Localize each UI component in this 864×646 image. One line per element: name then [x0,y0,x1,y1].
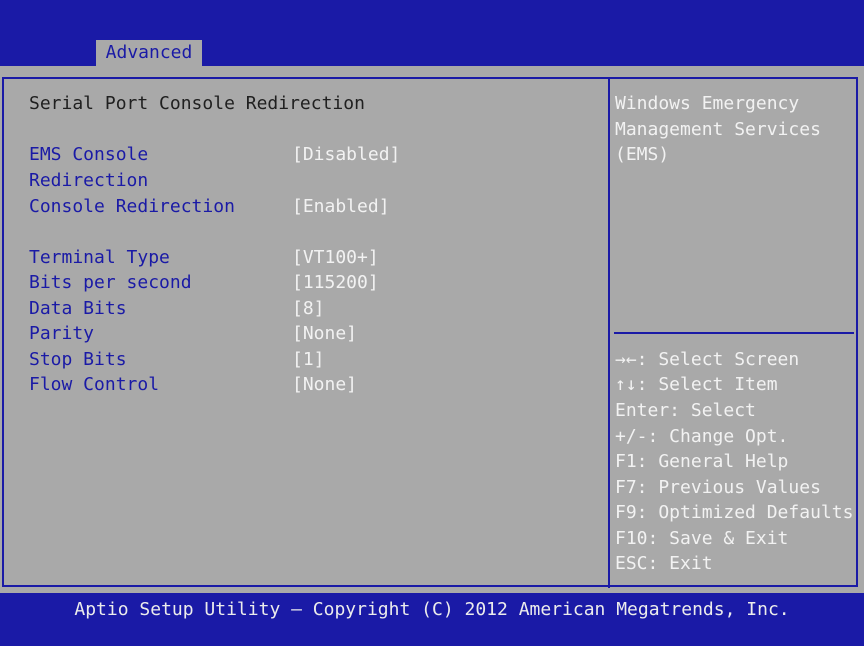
setting-label-ems-console-line2[interactable]: Redirection [29,171,148,191]
setting-value-console-redirection[interactable]: [Enabled] [292,197,390,217]
footer-copyright: Aptio Setup Utility – Copyright (C) 2012… [74,599,790,620]
setting-label-bits-per-second[interactable]: Bits per second [29,273,192,293]
section-title: Serial Port Console Redirection [29,93,365,114]
setting-label-data-bits[interactable]: Data Bits [29,299,127,319]
key-help-previous-values: F7: Previous Values [615,477,821,498]
setting-value-terminal-type[interactable]: [VT100+] [292,248,379,268]
key-help-select-item: ↑↓: Select Item [615,374,778,395]
help-divider [614,332,854,334]
help-text-line: (EMS) [615,144,670,165]
setting-value-parity[interactable]: [None] [292,324,357,344]
setting-value-stop-bits[interactable]: [1] [292,350,325,370]
setting-label-parity[interactable]: Parity [29,324,94,344]
key-help-change-opt: +/-: Change Opt. [615,426,789,447]
key-help-save-exit: F10: Save & Exit [615,528,789,549]
setting-value-flow-control[interactable]: [None] [292,375,357,395]
setting-value-ems-console[interactable]: [Disabled] [292,145,400,165]
setting-value-bits-per-second[interactable]: [115200] [292,273,379,293]
key-help-enter: Enter: Select [615,400,756,421]
setting-label-stop-bits[interactable]: Stop Bits [29,350,127,370]
setting-label-console-redirection[interactable]: Console Redirection [29,197,235,217]
key-help-optimized-defaults: F9: Optimized Defaults [615,502,854,523]
setting-label-terminal-type[interactable]: Terminal Type [29,248,170,268]
key-help-esc-exit: ESC: Exit [615,553,713,574]
vertical-divider [608,78,610,588]
tab-advanced[interactable]: Advanced [96,40,202,66]
key-help-select-screen: →←: Select Screen [615,349,800,370]
setting-label-flow-control[interactable]: Flow Control [29,375,159,395]
help-text-line: Windows Emergency [615,93,800,114]
setting-value-data-bits[interactable]: [8] [292,299,325,319]
help-text-line: Management Services [615,119,821,140]
key-help-general-help: F1: General Help [615,451,789,472]
setting-label-ems-console[interactable]: EMS Console [29,145,148,165]
